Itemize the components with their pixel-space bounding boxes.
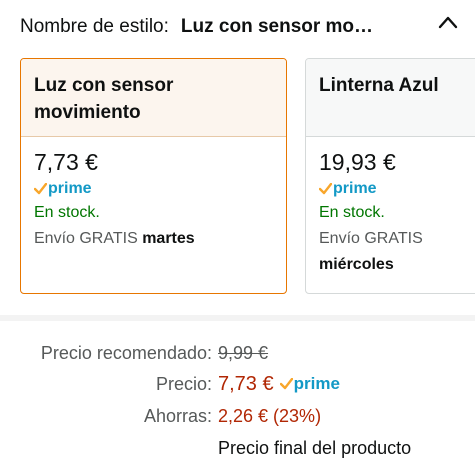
prime-badge: prime bbox=[34, 178, 274, 200]
recommended-price-value: 9,99 € bbox=[218, 342, 269, 363]
shipping-info: Envío GRATIS martes bbox=[34, 226, 274, 252]
chevron-up-icon[interactable] bbox=[435, 12, 461, 32]
stock-status: En stock. bbox=[34, 204, 100, 221]
final-price-note: Precio final del producto bbox=[218, 437, 412, 458]
selected-style-value: Luz con sensor mo… bbox=[180, 16, 374, 37]
prime-label: prime bbox=[333, 180, 377, 197]
recommended-price-label: Precio recomendado: bbox=[40, 342, 212, 363]
shipping-prefix: Envío GRATIS bbox=[319, 230, 423, 247]
shipping-day: martes bbox=[142, 230, 195, 247]
price-value: 7,73 € bbox=[218, 372, 274, 395]
style-option-luz-sensor[interactable]: Luz con sensor movimiento 7,73 € prime E… bbox=[20, 58, 287, 294]
stock-status: En stock. bbox=[319, 204, 385, 221]
price-label: Precio: bbox=[155, 373, 212, 394]
option-name: Luz con sensor movimiento bbox=[21, 59, 286, 136]
style-selector-header[interactable]: Nombre de estilo: Luz con sensor mo… bbox=[20, 12, 455, 42]
style-label: Nombre de estilo: bbox=[20, 16, 169, 37]
prime-check-icon bbox=[34, 183, 47, 195]
shipping-day: miércoles bbox=[319, 256, 394, 273]
prime-label: prime bbox=[48, 180, 92, 197]
style-options: Luz con sensor movimiento 7,73 € prime E… bbox=[0, 58, 475, 298]
section-divider bbox=[0, 315, 475, 321]
prime-check-icon bbox=[319, 183, 332, 195]
prime-check-icon bbox=[279, 378, 293, 390]
shipping-prefix: Envío GRATIS bbox=[34, 230, 138, 247]
prime-label: prime bbox=[293, 374, 340, 393]
option-name: Linterna Azul bbox=[306, 59, 475, 136]
savings-value: 2,26 € (23%) bbox=[218, 405, 322, 426]
option-price: 7,73 € bbox=[34, 149, 98, 175]
style-option-linterna-azul[interactable]: Linterna Azul 19,93 € prime En stock. En… bbox=[305, 58, 475, 294]
savings-label: Ahorras: bbox=[143, 405, 212, 426]
option-price: 19,93 € bbox=[319, 149, 396, 175]
price-value-group: 7,73 € prime bbox=[218, 373, 340, 396]
prime-badge: prime bbox=[319, 178, 475, 200]
